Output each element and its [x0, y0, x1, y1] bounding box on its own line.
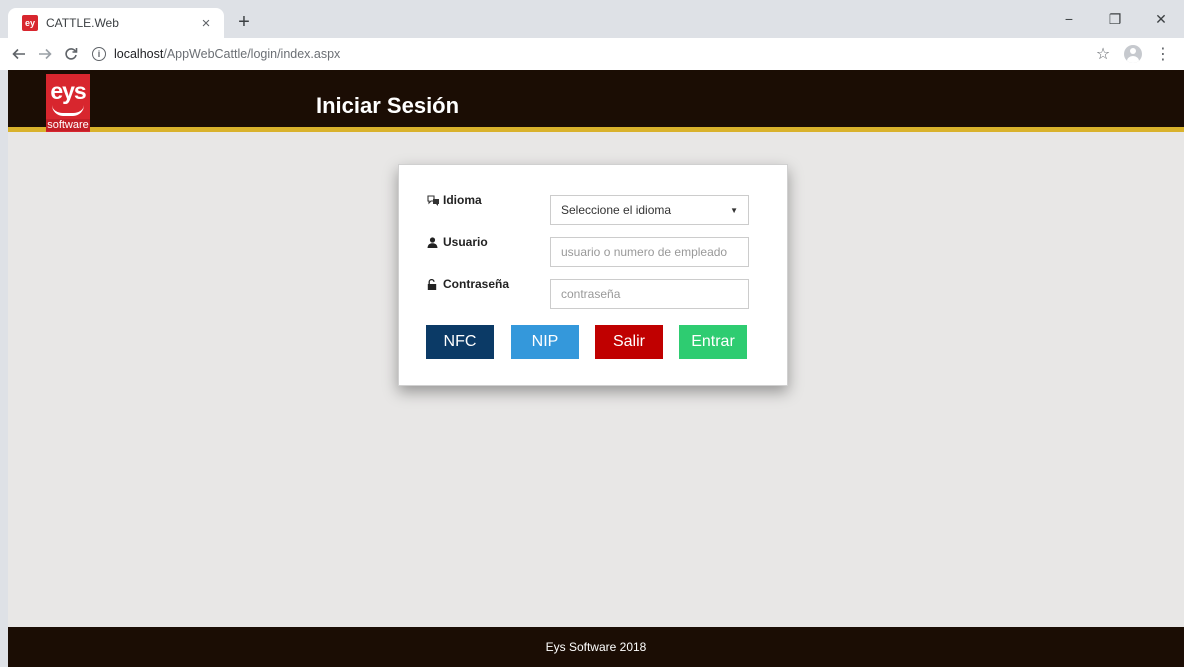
salir-button[interactable]: Salir — [595, 325, 663, 359]
toolbar-actions: ☆ ⋮ — [1088, 41, 1178, 67]
button-group: NFC NIP Salir Entrar — [426, 325, 760, 359]
page-title: Iniciar Sesión — [316, 93, 460, 118]
bookmark-star-icon[interactable]: ☆ — [1088, 41, 1118, 67]
profile-avatar-icon[interactable] — [1118, 41, 1148, 67]
unlock-icon — [427, 278, 440, 290]
language-label: Idioma — [427, 193, 550, 207]
page-viewport: eys software Iniciar Sesión Idioma Selec… — [8, 70, 1184, 667]
password-row: Contraseña contraseña — [427, 277, 761, 309]
eys-logo: eys software — [46, 74, 90, 132]
reload-icon[interactable] — [58, 41, 84, 67]
browser-tab[interactable]: ey CATTLE.Web × — [8, 8, 224, 38]
site-header: eys software Iniciar Sesión — [8, 70, 1184, 132]
info-icon[interactable]: i — [92, 47, 106, 61]
address-bar[interactable]: i localhost/AppWebCattle/login/index.asp… — [92, 41, 1088, 67]
back-arrow-icon[interactable] — [6, 41, 32, 67]
chevron-down-icon: ▼ — [730, 205, 738, 215]
window-controls: − ❐ ✕ — [1046, 0, 1184, 38]
logo-mark: eys — [46, 78, 90, 116]
favicon-icon: ey — [22, 15, 38, 31]
restore-button[interactable]: ❐ — [1092, 0, 1138, 38]
close-window-button[interactable]: ✕ — [1138, 0, 1184, 38]
password-input[interactable]: contraseña — [550, 279, 749, 309]
browser-toolbar: i localhost/AppWebCattle/login/index.asp… — [0, 38, 1184, 70]
language-icon — [427, 194, 440, 206]
language-row: Idioma Seleccione el idioma ▼ — [427, 193, 761, 225]
forward-arrow-icon[interactable] — [32, 41, 58, 67]
language-select-value: Seleccione el idioma — [561, 203, 672, 217]
login-card: Idioma Seleccione el idioma ▼ Usuario us… — [398, 164, 788, 386]
url-host: localhost — [114, 47, 164, 61]
url-path: /AppWebCattle/login/index.aspx — [163, 47, 341, 61]
user-row: Usuario usuario o numero de empleado — [427, 235, 761, 267]
language-select[interactable]: Seleccione el idioma ▼ — [550, 195, 749, 225]
logo-text: software — [46, 119, 90, 131]
browser-tabstrip: ey CATTLE.Web × + − ❐ ✕ — [0, 0, 1184, 38]
password-label: Contraseña — [427, 277, 550, 291]
nip-button[interactable]: NIP — [511, 325, 579, 359]
entrar-button[interactable]: Entrar — [679, 325, 747, 359]
nfc-button[interactable]: NFC — [426, 325, 494, 359]
menu-dots-icon[interactable]: ⋮ — [1148, 41, 1178, 67]
user-label: Usuario — [427, 235, 550, 249]
user-icon — [427, 236, 440, 248]
site-footer: Eys Software 2018 — [8, 627, 1184, 667]
new-tab-button[interactable]: + — [232, 10, 256, 34]
tab-close-icon[interactable]: × — [198, 15, 214, 32]
tab-title: CATTLE.Web — [46, 16, 119, 30]
minimize-button[interactable]: − — [1046, 0, 1092, 38]
user-input[interactable]: usuario o numero de empleado — [550, 237, 749, 267]
